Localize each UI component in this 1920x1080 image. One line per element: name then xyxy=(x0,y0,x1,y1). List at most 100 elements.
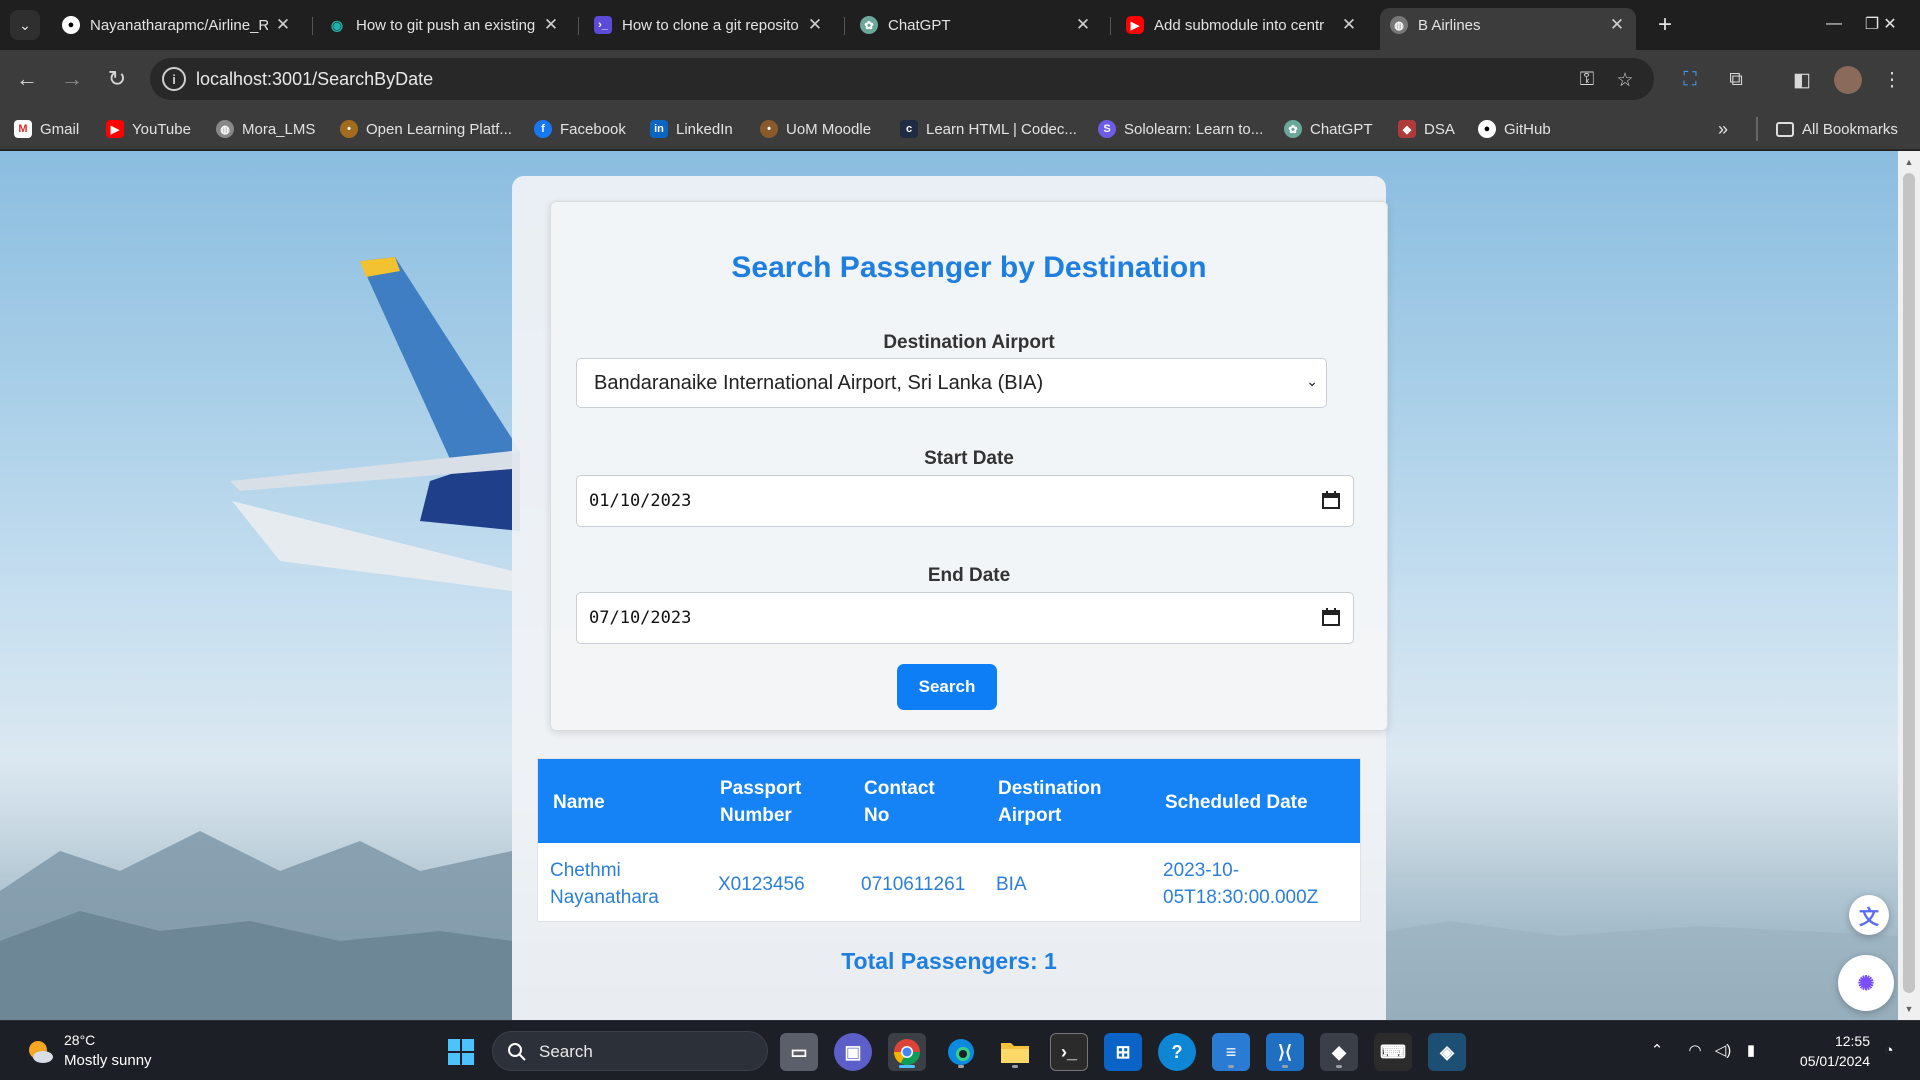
tab-youtube[interactable]: ▶ Add submodule into centr ✕ xyxy=(1116,8,1368,42)
end-date-input[interactable]: 07/10/2023 xyxy=(576,592,1354,644)
chatgpt-icon: ✿ xyxy=(860,16,878,34)
running-indicator xyxy=(1336,1065,1342,1068)
notepad-icon[interactable]: ≡ xyxy=(1212,1033,1250,1071)
volume-icon[interactable]: ◁) xyxy=(1712,1039,1734,1061)
key-icon[interactable]: ⚿ xyxy=(1574,67,1600,93)
bookmark-gmail[interactable]: M Gmail xyxy=(14,116,79,142)
calendar-icon[interactable] xyxy=(1321,607,1341,627)
windows-start-icon[interactable] xyxy=(442,1033,480,1071)
bookmarks-overflow-icon[interactable]: » xyxy=(1718,116,1728,142)
reload-button[interactable]: ↻ xyxy=(100,62,134,96)
back-button[interactable]: ← xyxy=(10,62,44,96)
running-indicator xyxy=(1282,1065,1288,1068)
open-learning-icon: • xyxy=(340,120,358,138)
edge-icon[interactable] xyxy=(942,1033,980,1071)
extensions-icon[interactable]: ⧉ xyxy=(1722,66,1750,94)
header-scheduled-date: Scheduled Date xyxy=(1165,792,1308,813)
new-tab-button[interactable]: + xyxy=(1650,10,1680,40)
site-info-icon[interactable]: i xyxy=(162,67,186,91)
minimize-button[interactable]: — xyxy=(1814,8,1854,40)
bookmark-github[interactable]: ● GitHub xyxy=(1478,116,1551,142)
translate-icon[interactable]: 文 xyxy=(1849,895,1889,935)
close-icon[interactable]: ✕ xyxy=(1074,15,1092,35)
destination-select[interactable]: Bandaranaike International Airport, Sri … xyxy=(576,358,1327,408)
weather-temperature[interactable]: 28°C xyxy=(64,1032,95,1048)
chevron-down-icon: ⌄ xyxy=(1306,373,1318,389)
bookmark-codecademy[interactable]: c Learn HTML | Codec... xyxy=(900,116,1077,142)
close-icon[interactable]: ✕ xyxy=(1340,15,1358,35)
tab-git-clone[interactable]: ›_ How to clone a git reposito ✕ xyxy=(584,8,834,42)
bookmark-sololearn[interactable]: S Sololearn: Learn to... xyxy=(1098,116,1263,142)
show-hidden-icons-icon[interactable]: ⌃ xyxy=(1646,1039,1668,1061)
tab-git-push[interactable]: ◉ How to git push an existing ✕ xyxy=(318,8,570,42)
ai-brain-icon[interactable]: ✺ xyxy=(1838,955,1894,1011)
chrome-icon[interactable] xyxy=(888,1033,926,1071)
screenshot-icon[interactable]: ⛶ xyxy=(1676,66,1704,94)
search-button[interactable]: Search xyxy=(897,664,997,710)
gmail-icon: M xyxy=(14,120,32,138)
running-indicator xyxy=(1012,1065,1018,1068)
scroll-up-icon[interactable]: ▲ xyxy=(1898,153,1920,171)
start-date-label: Start Date xyxy=(924,448,1014,469)
tab-b-airlines[interactable]: ◍ B Airlines ✕ xyxy=(1380,8,1636,50)
wifi-icon[interactable]: ◠ xyxy=(1684,1039,1706,1061)
forward-button[interactable]: → xyxy=(55,62,89,96)
search-card: Search Passenger by Destination Destinat… xyxy=(512,176,1388,1020)
taskbar-search-input[interactable]: Search xyxy=(492,1031,768,1071)
menu-icon[interactable]: ⋮ xyxy=(1878,66,1906,94)
header-destination: Destination Airport xyxy=(998,778,1102,826)
bookmark-chatgpt[interactable]: ✿ ChatGPT xyxy=(1284,116,1373,142)
terminal-icon: ›_ xyxy=(594,16,612,34)
close-icon[interactable]: ✕ xyxy=(274,15,292,35)
running-indicator xyxy=(1228,1065,1234,1068)
star-icon[interactable]: ☆ xyxy=(1612,67,1638,93)
notification-bell-icon[interactable]: ◔ xyxy=(1878,1039,1900,1061)
vscode-icon[interactable]: ⟩⟨ xyxy=(1266,1033,1304,1071)
header-name: Name xyxy=(553,792,605,813)
tab-github[interactable]: ● Nayanatharapmc/Airline_R ✕ xyxy=(52,8,302,42)
scrollbar-thumb[interactable] xyxy=(1903,173,1915,993)
all-bookmarks[interactable]: All Bookmarks xyxy=(1776,116,1898,142)
command-prompt-icon[interactable]: ⌨ xyxy=(1374,1033,1412,1071)
start-date-input[interactable]: 01/10/2023 xyxy=(576,475,1354,527)
microsoft-store-icon[interactable]: ⊞ xyxy=(1104,1033,1142,1071)
git-icon[interactable]: ◆ xyxy=(1320,1033,1358,1071)
help-icon[interactable]: ? xyxy=(1158,1033,1196,1071)
page-scrollbar[interactable]: ▲ ▼ xyxy=(1898,151,1920,1020)
bookmark-facebook[interactable]: f Facebook xyxy=(534,116,626,142)
bookmark-uom-moodle[interactable]: • UoM Moodle xyxy=(760,116,871,142)
bookmark-mora-lms[interactable]: ◍ Mora_LMS xyxy=(216,116,315,142)
system-clock[interactable]: 12:55 05/01/2024 xyxy=(1780,1031,1870,1071)
youtube-icon: ▶ xyxy=(1126,16,1144,34)
profile-avatar[interactable] xyxy=(1834,66,1862,94)
bookmark-open-learning[interactable]: • Open Learning Platf... xyxy=(340,116,512,142)
close-icon[interactable]: ✕ xyxy=(806,15,824,35)
terminal-icon[interactable]: ›_ xyxy=(1050,1033,1088,1071)
battery-icon[interactable]: ▮ xyxy=(1740,1039,1762,1061)
task-view-icon[interactable]: ▭ xyxy=(780,1033,818,1071)
github-icon: ● xyxy=(1478,120,1496,138)
weather-sun-cloud-icon[interactable] xyxy=(26,1038,54,1066)
calendar-icon[interactable] xyxy=(1321,490,1341,510)
destination-label: Destination Airport xyxy=(883,332,1055,353)
close-window-button[interactable]: ✕ xyxy=(1870,8,1910,40)
teams-chat-icon[interactable]: ▣ xyxy=(834,1033,872,1071)
weather-description[interactable]: Mostly sunny xyxy=(64,1052,152,1069)
url-text[interactable]: localhost:3001/SearchByDate xyxy=(196,69,433,90)
tab-chatgpt[interactable]: ✿ ChatGPT ✕ xyxy=(850,8,1102,42)
bookmark-linkedin[interactable]: in LinkedIn xyxy=(650,116,733,142)
file-explorer-icon[interactable] xyxy=(996,1033,1034,1071)
close-icon[interactable]: ✕ xyxy=(1608,15,1626,35)
bookmark-youtube[interactable]: ▶ YouTube xyxy=(106,116,191,142)
tab-search-button[interactable]: ⌄ xyxy=(10,10,40,40)
mysql-workbench-icon[interactable]: ◈ xyxy=(1428,1033,1466,1071)
address-bar[interactable]: i localhost:3001/SearchByDate ⚿ ☆ xyxy=(150,58,1654,100)
scroll-down-icon[interactable]: ▼ xyxy=(1898,1000,1920,1018)
search-icon xyxy=(508,1043,526,1061)
bookmark-dsa[interactable]: ◆ DSA xyxy=(1398,116,1455,142)
close-icon[interactable]: ✕ xyxy=(542,15,560,35)
codecademy-icon: c xyxy=(900,120,918,138)
chatgpt-icon: ✿ xyxy=(1284,120,1302,138)
side-panel-icon[interactable]: ◧ xyxy=(1788,66,1816,94)
cell-scheduled-date: 2023-10- 05T18:30:00.000Z xyxy=(1163,860,1319,908)
